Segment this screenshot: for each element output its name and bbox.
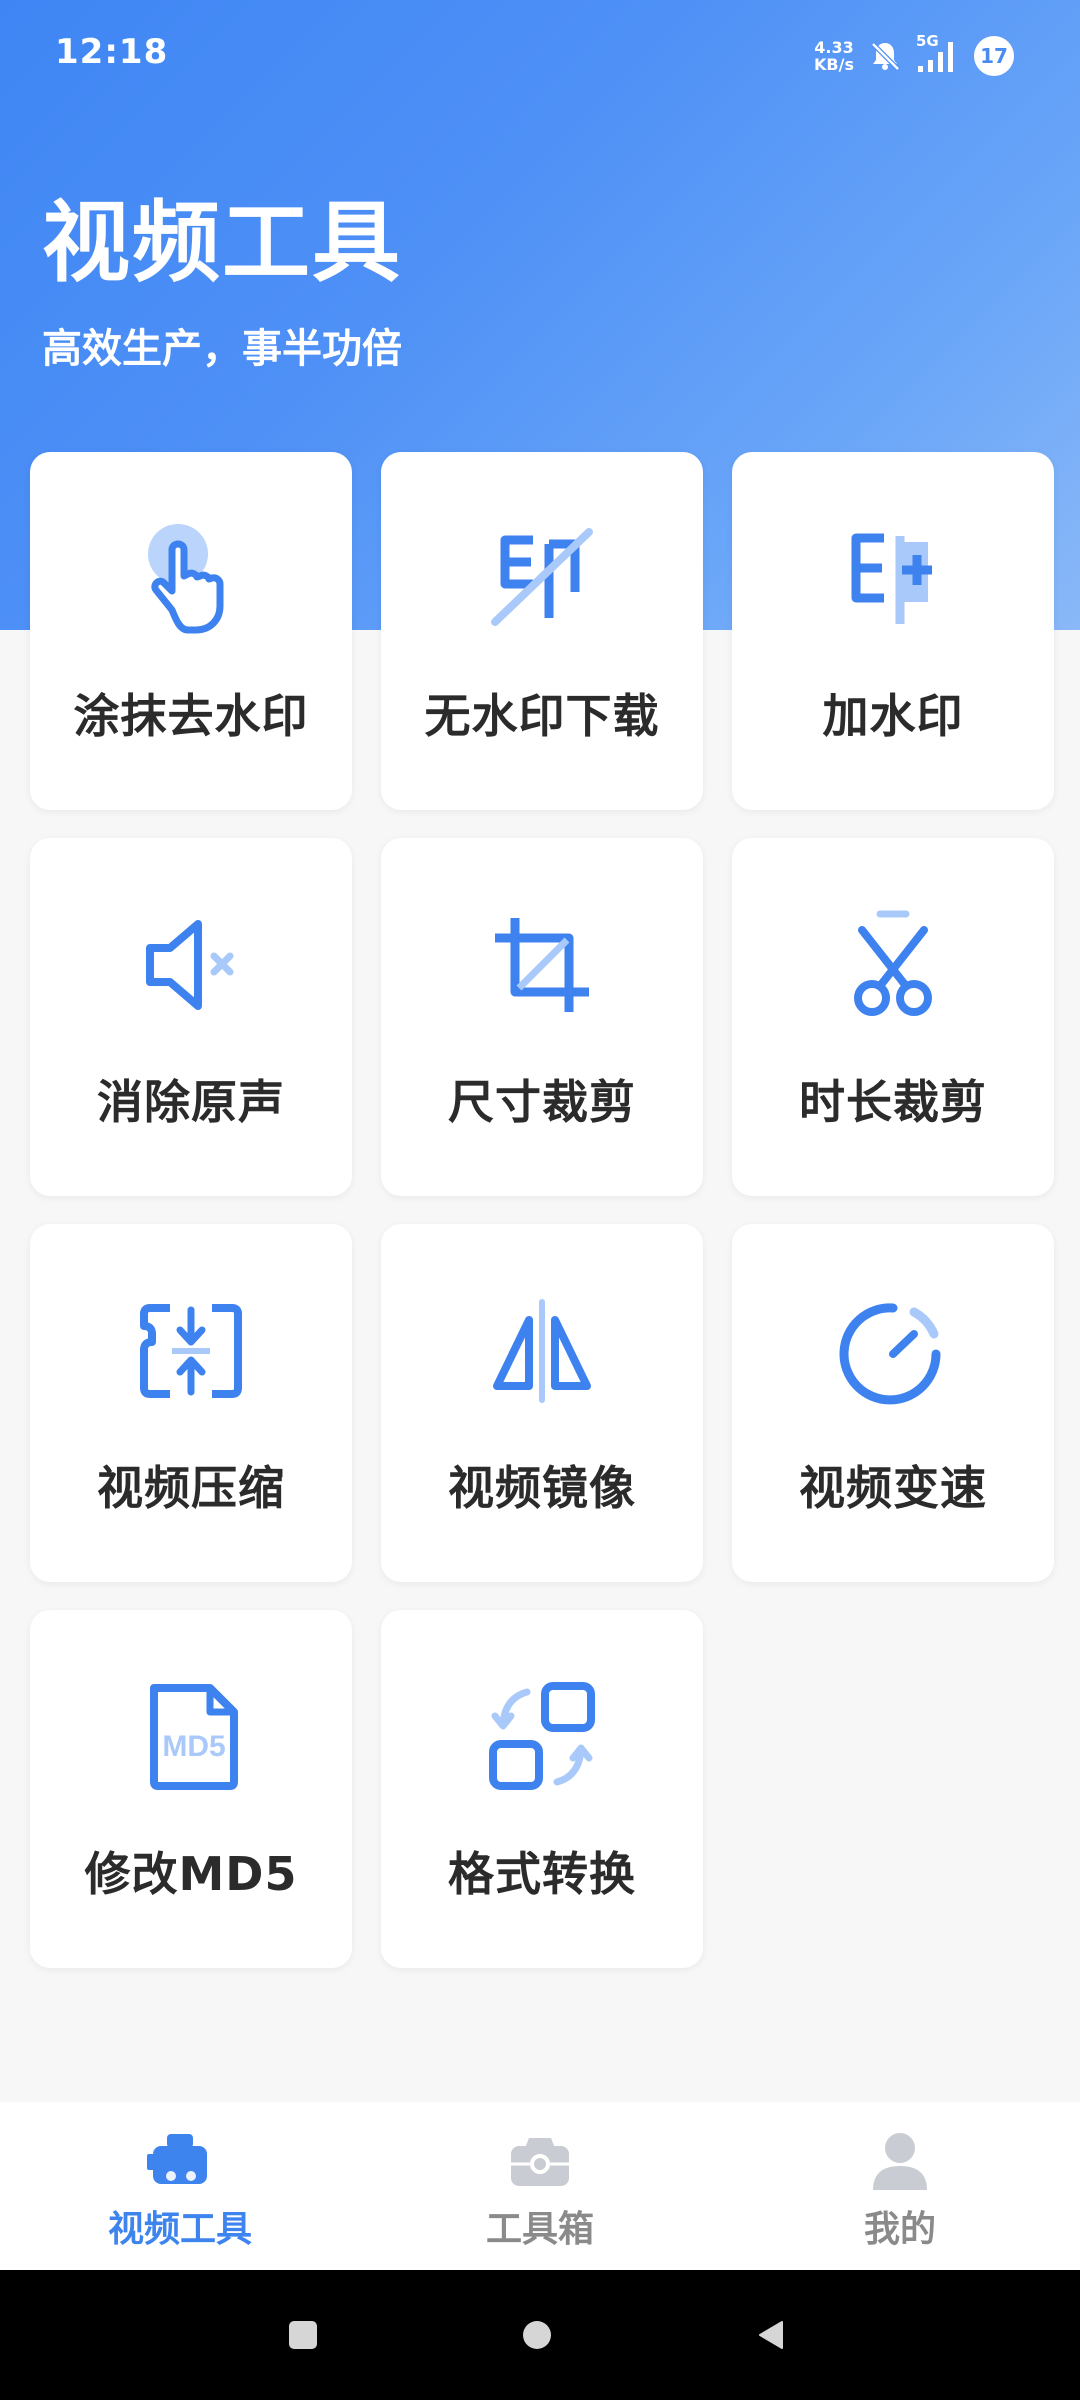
network-speed-unit: KB/s: [814, 55, 854, 74]
status-time: 12:18: [55, 32, 169, 72]
bottom-nav: 视频工具 工具箱 我的: [0, 2102, 1080, 2270]
tool-label: 视频变速: [799, 1461, 987, 1515]
bell-off-icon: [868, 39, 902, 73]
volume-mute-icon: [126, 900, 256, 1030]
back-button[interactable]: [756, 2320, 786, 2350]
tool-label: 时长裁剪: [799, 1075, 987, 1129]
tool-card-format-convert[interactable]: 格式转换: [381, 1610, 703, 1968]
tool-label: 格式转换: [448, 1847, 636, 1901]
network-speed-value: 4.33: [814, 38, 854, 57]
system-navigation-bar: [0, 2270, 1080, 2400]
network-type: 5G: [916, 32, 939, 50]
tool-label: 视频镜像: [448, 1461, 636, 1515]
tool-label: 消除原声: [97, 1075, 285, 1129]
back-triangle-icon: [759, 2321, 783, 2349]
tool-card-video-speed[interactable]: 视频变速: [732, 1224, 1054, 1582]
square-icon: [289, 2321, 317, 2349]
status-icons: 4.33 KB/s 5G 17: [814, 32, 1014, 78]
tool-card-no-watermark-download[interactable]: 无水印下载: [381, 452, 703, 810]
tool-card-add-watermark[interactable]: 加水印: [732, 452, 1054, 810]
nav-label: 我的: [863, 2209, 936, 2250]
page-title: 视频工具: [42, 191, 403, 294]
crop-icon: [477, 900, 607, 1030]
nav-item-mine[interactable]: 我的: [720, 2102, 1080, 2270]
mirror-icon: [477, 1286, 607, 1416]
tool-card-remove-audio[interactable]: 消除原声: [30, 838, 352, 1196]
tool-label: 加水印: [822, 689, 964, 743]
compress-icon: [126, 1286, 256, 1416]
tool-card-video-compress[interactable]: 视频压缩: [30, 1224, 352, 1582]
tool-label: 视频压缩: [97, 1461, 285, 1515]
tool-card-smear-remove-watermark[interactable]: 涂抹去水印: [30, 452, 352, 810]
signal-icon: 5G: [916, 32, 960, 74]
page-subtitle: 高效生产，事半功倍: [42, 326, 402, 372]
tool-label: 涂抹去水印: [73, 689, 309, 743]
nav-item-video-tools[interactable]: 视频工具: [0, 2102, 360, 2270]
watermark-off-icon: [477, 514, 607, 644]
toolbox-icon: [505, 2126, 575, 2196]
tool-card-modify-md5[interactable]: MD5 修改MD5: [30, 1610, 352, 1968]
tap-finger-icon: [126, 514, 256, 644]
tool-label: 无水印下载: [424, 689, 660, 743]
watermark-add-icon: [828, 514, 958, 644]
tool-card-size-crop[interactable]: 尺寸裁剪: [381, 838, 703, 1196]
speed-gauge-icon: [828, 1286, 958, 1416]
circle-icon: [523, 2321, 551, 2349]
home-button[interactable]: [522, 2320, 552, 2350]
tool-label: 修改MD5: [84, 1847, 298, 1901]
tool-grid: 涂抹去水印 无水印下载 加水印 消除原声 尺寸裁剪 时长裁剪 视频压缩 视频镜像…: [30, 452, 1054, 1968]
recents-button[interactable]: [288, 2320, 318, 2350]
format-convert-icon: [477, 1672, 607, 1802]
tool-label: 尺寸裁剪: [448, 1075, 636, 1129]
nav-label: 工具箱: [485, 2209, 594, 2250]
network-speed: 4.33 KB/s: [814, 39, 854, 73]
scissors-icon: [828, 900, 958, 1030]
video-tools-icon: [145, 2126, 215, 2196]
battery-indicator: 17: [974, 36, 1014, 76]
profile-icon: [865, 2126, 935, 2196]
tool-card-duration-trim[interactable]: 时长裁剪: [732, 838, 1054, 1196]
tool-card-video-mirror[interactable]: 视频镜像: [381, 1224, 703, 1582]
nav-item-toolbox[interactable]: 工具箱: [360, 2102, 720, 2270]
md5-icon-text: MD5: [162, 1730, 225, 1763]
status-bar: 12:18 4.33 KB/s 5G 17: [0, 0, 1080, 110]
md5-file-icon: MD5: [126, 1672, 256, 1802]
nav-label: 视频工具: [107, 2209, 252, 2250]
